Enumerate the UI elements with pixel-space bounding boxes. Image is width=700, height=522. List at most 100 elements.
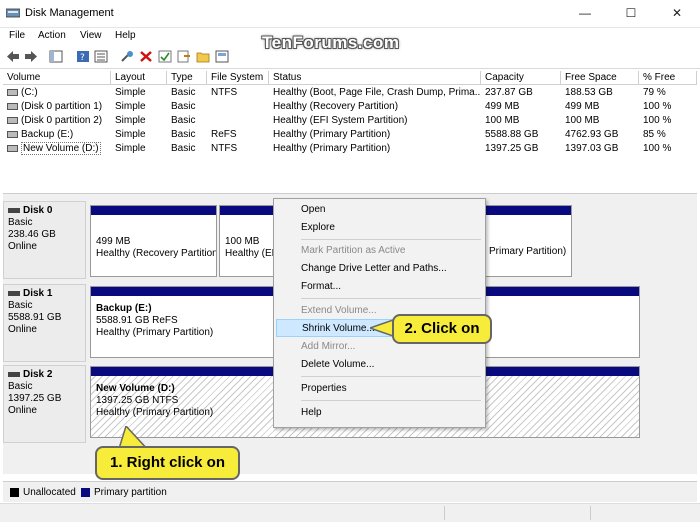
disk-icon: [8, 207, 20, 213]
disk-type: Basic: [8, 381, 33, 392]
table-row[interactable]: (Disk 0 partition 2) Simple Basic Health…: [3, 114, 697, 128]
file-system-cell: ReFS: [211, 129, 237, 140]
free-space-cell: 100 MB: [565, 115, 600, 126]
volume-name: (Disk 0 partition 2): [21, 115, 103, 126]
callout-click-on: 2. Click on: [392, 314, 492, 344]
view-icon[interactable]: [215, 50, 229, 63]
partition-status: Healthy (Primary Partition): [96, 407, 214, 418]
menu-item-format[interactable]: Format...: [274, 278, 485, 296]
callout-right-click-on: 1. Right click on: [95, 446, 240, 480]
menu-item-help[interactable]: Help: [274, 404, 485, 422]
close-button[interactable]: ✕: [654, 0, 700, 27]
connect-icon[interactable]: [120, 50, 134, 63]
menu-file[interactable]: File: [9, 30, 25, 41]
menu-separator: [301, 239, 481, 240]
type-cell: Basic: [171, 143, 196, 154]
column-header-type[interactable]: Type: [167, 71, 207, 85]
menu-separator: [301, 298, 481, 299]
primary-partition-swatch: [81, 488, 90, 497]
percent-free-cell: 79 %: [643, 87, 666, 98]
column-header-layout[interactable]: Layout: [111, 71, 167, 85]
unallocated-swatch: [10, 488, 19, 497]
free-space-cell: 4762.93 GB: [565, 129, 619, 140]
disk-name: Disk 0: [23, 205, 53, 216]
percent-free-cell: 85 %: [643, 129, 666, 140]
menu-item-delete-volume[interactable]: Delete Volume...: [274, 356, 485, 374]
legend: Unallocated Primary partition: [3, 481, 697, 502]
column-header-volume[interactable]: Volume: [3, 71, 111, 85]
disk-1-label[interactable]: Disk 1 Basic 5588.91 GB Online: [3, 284, 86, 362]
disk-2-label[interactable]: Disk 2 Basic 1397.25 GB Online: [3, 365, 86, 443]
layout-cell: Simple: [115, 129, 146, 140]
disk-0-c-partition[interactable]: Primary Partition): [478, 205, 572, 277]
volume-name: New Volume (D:): [21, 142, 101, 155]
disk-icon: [8, 371, 20, 377]
disk-size: 1397.25 GB: [8, 393, 62, 404]
column-header-free-space[interactable]: Free Space: [561, 71, 639, 85]
disk-size: 238.46 GB: [8, 229, 56, 240]
window-title: Disk Management: [25, 7, 114, 19]
menu-item-explore[interactable]: Explore: [274, 219, 485, 237]
disk-0-efi-partition[interactable]: 100 MB Healthy (EF: [219, 205, 277, 277]
menu-view[interactable]: View: [80, 30, 102, 41]
menu-item-change-drive-letter[interactable]: Change Drive Letter and Paths...: [274, 260, 485, 278]
partition-status: Healthy (EF: [225, 248, 277, 259]
disk-0-recovery-partition[interactable]: 499 MB Healthy (Recovery Partition): [90, 205, 217, 277]
maximize-button[interactable]: ☐: [608, 0, 654, 27]
toolbar: ?: [0, 46, 700, 69]
type-cell: Basic: [171, 115, 196, 126]
menu-item-open[interactable]: Open: [274, 201, 485, 219]
disk-type: Basic: [8, 217, 33, 228]
console-tree-icon[interactable]: [49, 50, 63, 63]
column-header-percent-free[interactable]: % Free: [639, 71, 697, 85]
forward-arrow-icon[interactable]: [24, 50, 38, 63]
disk-icon: [8, 290, 20, 296]
capacity-cell: 237.87 GB: [485, 87, 533, 98]
status-cell: Healthy (Primary Partition): [273, 129, 391, 140]
check-icon[interactable]: [158, 50, 172, 63]
disk-state: Online: [8, 405, 37, 416]
capacity-cell: 499 MB: [485, 101, 520, 112]
free-space-cell: 499 MB: [565, 101, 600, 112]
status-cell: Healthy (Recovery Partition): [273, 101, 399, 112]
table-row[interactable]: Backup (E:) Simple Basic ReFS Healthy (P…: [3, 128, 697, 142]
volume-icon: [7, 130, 18, 138]
menu-bar: File Action View Help: [0, 28, 700, 45]
layout-cell: Simple: [115, 101, 146, 112]
partition-status: Healthy (Primary Partition): [96, 327, 214, 338]
table-row[interactable]: (C:) Simple Basic NTFS Healthy (Boot, Pa…: [3, 86, 697, 100]
svg-text:?: ?: [80, 53, 85, 63]
layout-cell: Simple: [115, 115, 146, 126]
capacity-cell: 1397.25 GB: [485, 143, 539, 154]
table-row[interactable]: (Disk 0 partition 1) Simple Basic Health…: [3, 100, 697, 114]
volume-icon: [7, 116, 18, 124]
percent-free-cell: 100 %: [643, 101, 672, 112]
column-header-file-system[interactable]: File System: [207, 71, 269, 85]
menu-help[interactable]: Help: [115, 30, 136, 41]
properties-list-icon[interactable]: [94, 50, 108, 63]
legend-primary-partition: Primary partition: [94, 487, 167, 498]
menu-action[interactable]: Action: [38, 30, 66, 41]
partition-size: 100 MB: [225, 236, 260, 247]
help-icon[interactable]: ?: [76, 50, 90, 63]
disk-0-label[interactable]: Disk 0 Basic 238.46 GB Online: [3, 201, 86, 279]
percent-free-cell: 100 %: [643, 115, 672, 126]
disk-type: Basic: [8, 300, 33, 311]
open-icon[interactable]: [196, 50, 210, 63]
minimize-button[interactable]: —: [562, 0, 608, 27]
partition-name: New Volume (D:): [96, 383, 175, 394]
column-header-capacity[interactable]: Capacity: [481, 71, 561, 85]
status-bar: [0, 503, 700, 522]
capacity-cell: 100 MB: [485, 115, 520, 126]
menu-item-properties[interactable]: Properties: [274, 380, 485, 398]
partition-size: 499 MB: [96, 236, 131, 247]
table-row[interactable]: New Volume (D:) Simple Basic NTFS Health…: [3, 142, 697, 156]
export-icon[interactable]: [177, 50, 191, 63]
column-header-status[interactable]: Status: [269, 71, 481, 85]
back-arrow-icon[interactable]: [6, 50, 20, 63]
free-space-cell: 1397.03 GB: [565, 143, 619, 154]
menu-item-mark-active[interactable]: Mark Partition as Active: [274, 242, 485, 260]
volume-name: (C:): [21, 87, 38, 98]
delete-icon[interactable]: [139, 50, 153, 63]
partition-status: Primary Partition): [489, 246, 567, 257]
